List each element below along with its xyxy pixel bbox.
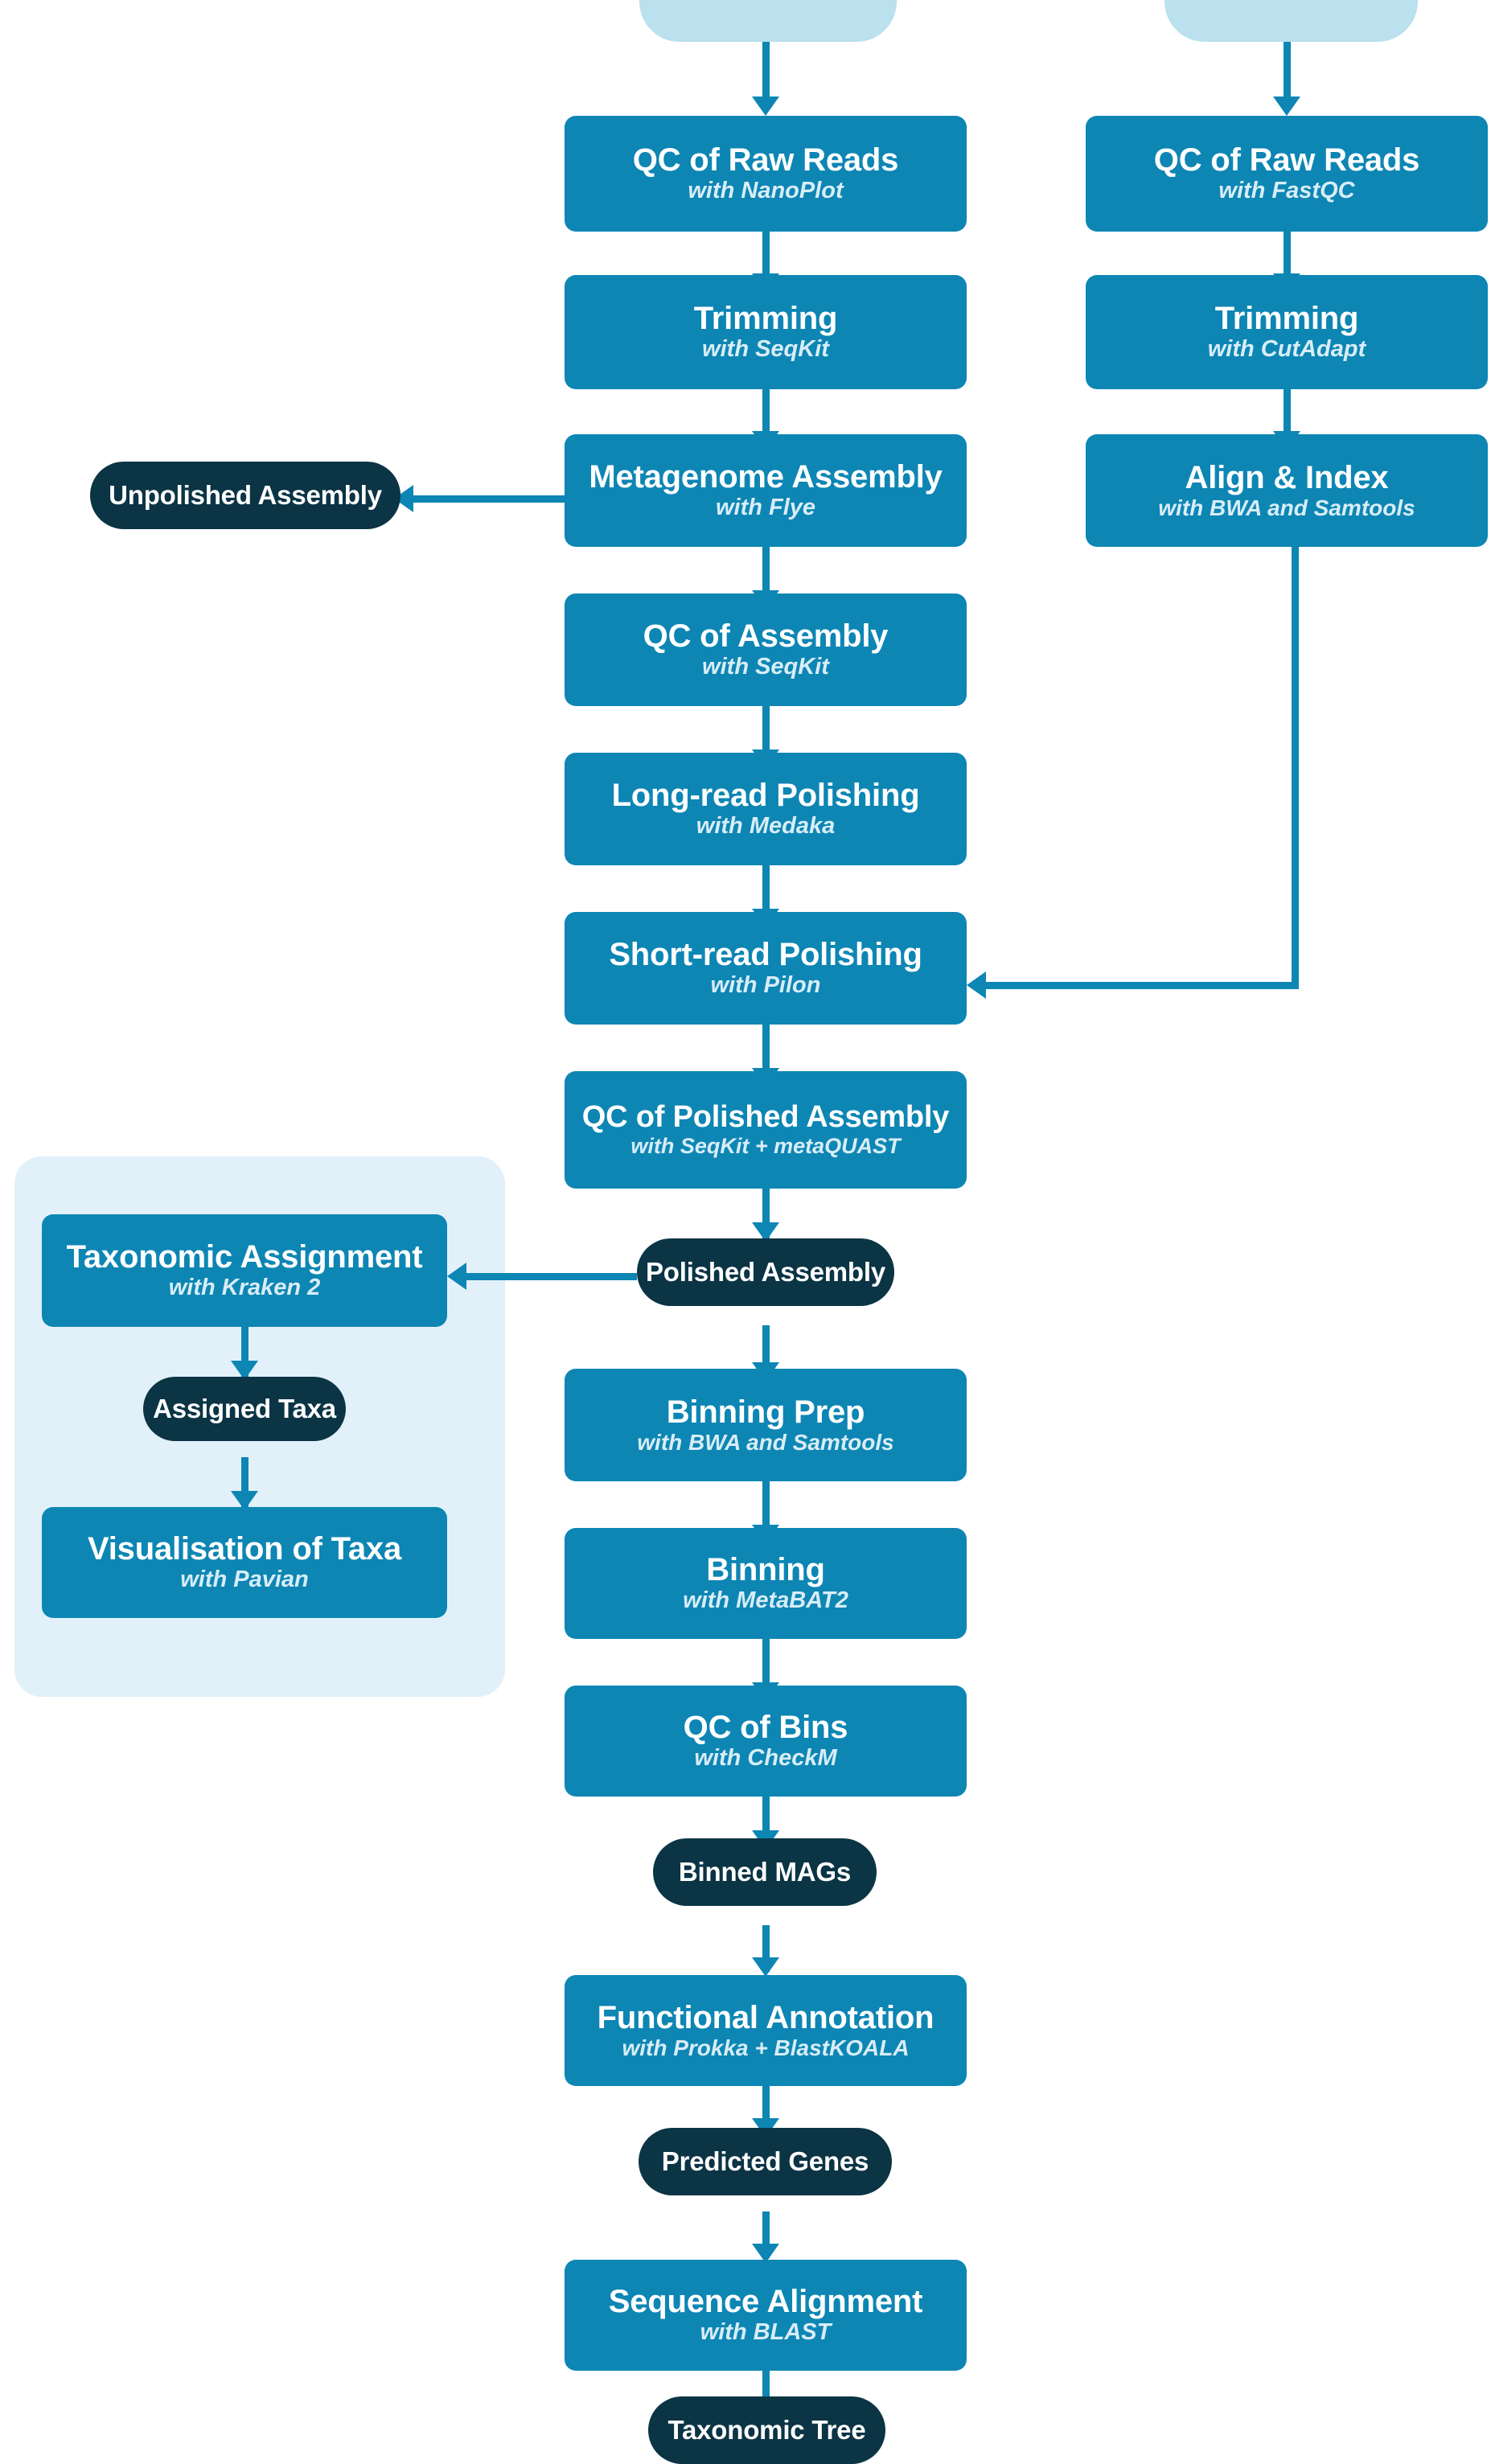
data-node-binned-mags[interactable]: Binned MAGs bbox=[653, 1838, 877, 1906]
process-functional-annotation-prokka-blastkoala[interactable]: Functional Annotation with Prokka + Blas… bbox=[565, 1975, 967, 2086]
process-short-read-polishing-pilon[interactable]: Short-read Polishing with Pilon bbox=[565, 912, 967, 1025]
process-title: Trimming bbox=[693, 301, 838, 337]
process-title: Short-read Polishing bbox=[609, 937, 922, 973]
process-subtitle: with BWA and Samtools bbox=[1158, 495, 1415, 520]
process-title: QC of Polished Assembly bbox=[581, 1100, 950, 1135]
data-node-label: Unpolished Assembly bbox=[109, 480, 382, 511]
process-title: QC of Assembly bbox=[643, 618, 889, 655]
process-subtitle: with NanoPlot bbox=[688, 178, 844, 204]
process-title: QC of Raw Reads bbox=[1153, 142, 1420, 179]
process-qc-of-bins-checkm[interactable]: QC of Bins with CheckM bbox=[565, 1686, 967, 1797]
process-title: Taxonomic Assignment bbox=[66, 1239, 423, 1275]
data-node-unpolished-assembly[interactable]: Unpolished Assembly bbox=[90, 462, 400, 529]
process-subtitle: with SeqKit bbox=[702, 336, 829, 363]
process-trimming-seqkit[interactable]: Trimming with SeqKit bbox=[565, 275, 967, 389]
process-title: QC of Raw Reads bbox=[632, 142, 899, 179]
process-subtitle: with SeqKit + metaQUAST bbox=[630, 1134, 901, 1159]
process-title: Metagenome Assembly bbox=[589, 459, 943, 495]
process-subtitle: with BLAST bbox=[700, 2319, 832, 2346]
arrowhead-binned-mags-to-functional-annotation bbox=[752, 1957, 779, 1977]
data-node-taxonomic-tree[interactable]: Taxonomic Tree bbox=[648, 2396, 885, 2464]
process-subtitle: with Flye bbox=[715, 495, 816, 521]
process-title: Binning Prep bbox=[666, 1394, 865, 1430]
data-node-label: Assigned Taxa bbox=[153, 1394, 336, 1424]
process-subtitle: with Medaka bbox=[696, 813, 836, 840]
process-subtitle: with BWA and Samtools bbox=[637, 1429, 894, 1455]
process-subtitle: with Prokka + BlastKOALA bbox=[622, 2035, 910, 2060]
process-sequence-alignment-blast[interactable]: Sequence Alignment with BLAST bbox=[565, 2260, 967, 2371]
process-subtitle: with Kraken 2 bbox=[168, 1275, 321, 1301]
process-subtitle: with FastQC bbox=[1218, 178, 1355, 204]
process-qc-of-raw-reads-fastqc[interactable]: QC of Raw Reads with FastQC bbox=[1086, 116, 1488, 232]
process-long-read-polishing-medaka[interactable]: Long-read Polishing with Medaka bbox=[565, 753, 967, 865]
process-subtitle: with SeqKit bbox=[702, 654, 829, 680]
input-node-short-reads[interactable] bbox=[1164, 0, 1418, 42]
data-node-label: Binned MAGs bbox=[678, 1857, 852, 1887]
process-title: Visualisation of Taxa bbox=[88, 1531, 401, 1567]
workflow-diagram-canvas: QC of Raw Reads with NanoPlot Trimming w… bbox=[0, 0, 1491, 2464]
process-title: QC of Bins bbox=[683, 1710, 848, 1746]
arrowhead-polished-assembly-to-taxonomic-assignment bbox=[447, 1263, 466, 1290]
process-title: Trimming bbox=[1214, 301, 1359, 337]
process-title: Align & Index bbox=[1185, 459, 1389, 495]
process-qc-of-raw-reads-nanoplot[interactable]: QC of Raw Reads with NanoPlot bbox=[565, 116, 967, 232]
arrowhead-input-to-qc-raw-short bbox=[1273, 97, 1300, 116]
process-qc-of-polished-assembly-seqkit-metaquast[interactable]: QC of Polished Assembly with SeqKit + me… bbox=[565, 1071, 967, 1189]
process-subtitle: with MetaBAT2 bbox=[683, 1587, 848, 1614]
data-node-label: Predicted Genes bbox=[661, 2146, 869, 2177]
process-title: Binning bbox=[706, 1552, 825, 1588]
process-subtitle: with Pilon bbox=[710, 972, 821, 999]
data-node-label: Polished Assembly bbox=[646, 1257, 885, 1287]
edge-polished-assembly-to-taxonomic-assignment bbox=[466, 1273, 637, 1280]
arrowhead-input-to-qc-raw-long bbox=[752, 97, 779, 116]
process-trimming-cutadapt[interactable]: Trimming with CutAdapt bbox=[1086, 275, 1488, 389]
edge-assembly-to-unpolished bbox=[413, 495, 565, 503]
edge-align-index-elbow-vertical bbox=[1292, 547, 1299, 989]
data-node-predicted-genes[interactable]: Predicted Genes bbox=[639, 2128, 892, 2195]
process-visualisation-of-taxa-pavian[interactable]: Visualisation of Taxa with Pavian bbox=[42, 1507, 447, 1618]
process-title: Functional Annotation bbox=[597, 1999, 934, 2035]
data-node-polished-assembly[interactable]: Polished Assembly bbox=[637, 1238, 894, 1306]
process-binning-prep-bwa-samtools[interactable]: Binning Prep with BWA and Samtools bbox=[565, 1369, 967, 1481]
input-node-long-reads[interactable] bbox=[639, 0, 897, 42]
data-node-assigned-taxa[interactable]: Assigned Taxa bbox=[143, 1377, 346, 1441]
edge-align-index-elbow-horizontal bbox=[986, 982, 1299, 989]
data-node-label: Taxonomic Tree bbox=[667, 2415, 866, 2446]
arrowhead-align-index-to-short-polish bbox=[967, 971, 986, 999]
process-metagenome-assembly-flye[interactable]: Metagenome Assembly with Flye bbox=[565, 434, 967, 547]
process-title: Sequence Alignment bbox=[608, 2284, 923, 2320]
process-title: Long-read Polishing bbox=[611, 778, 920, 814]
process-qc-of-assembly-seqkit[interactable]: QC of Assembly with SeqKit bbox=[565, 593, 967, 706]
process-binning-metabat2[interactable]: Binning with MetaBAT2 bbox=[565, 1528, 967, 1639]
process-subtitle: with CutAdapt bbox=[1207, 336, 1366, 363]
process-subtitle: with CheckM bbox=[694, 1745, 837, 1772]
process-taxonomic-assignment-kraken2[interactable]: Taxonomic Assignment with Kraken 2 bbox=[42, 1214, 447, 1327]
process-subtitle: with Pavian bbox=[180, 1567, 309, 1593]
process-align-and-index-bwa-samtools[interactable]: Align & Index with BWA and Samtools bbox=[1086, 434, 1488, 547]
